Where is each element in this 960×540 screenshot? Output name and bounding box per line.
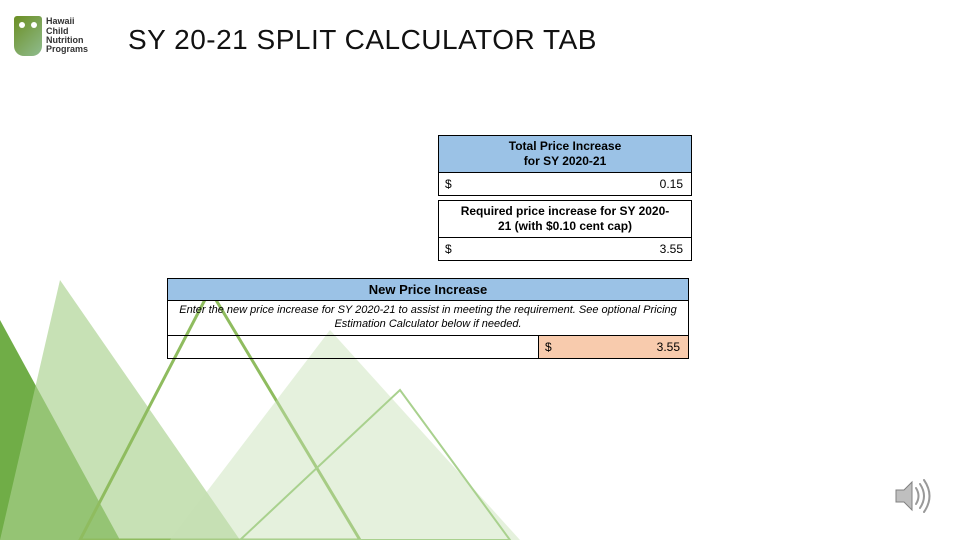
box3-entry-cell[interactable]: $ 3.55 (538, 336, 688, 358)
slide: Hawaii Child Nutrition Programs SY 20-21… (0, 0, 960, 540)
new-price-increase-box: New Price Increase Enter the new price i… (167, 278, 689, 359)
box2-value: 3.55 (467, 238, 691, 260)
box3-currency: $ (539, 336, 565, 358)
box1-header-line1: Total Price Increase (509, 139, 622, 153)
box2-currency: $ (439, 238, 467, 260)
sound-icon (890, 474, 934, 518)
box3-value: 3.55 (565, 336, 688, 358)
box1-value-row: $ 0.15 (439, 173, 691, 195)
box3-spacer (168, 336, 538, 358)
box3-instructions: Enter the new price increase for SY 2020… (168, 301, 688, 336)
box2-header: Required price increase for SY 2020- 21 … (439, 201, 691, 238)
box2-header-line2: 21 (with $0.10 cent cap) (498, 219, 632, 233)
box2-value-row: $ 3.55 (439, 238, 691, 260)
logo-emblem-icon (14, 16, 42, 56)
page-title: SY 20-21 SPLIT CALCULATOR TAB (128, 24, 597, 56)
box1-header: Total Price Increase for SY 2020-21 (439, 136, 691, 173)
logo-line4: Programs (46, 44, 88, 54)
logo-area: Hawaii Child Nutrition Programs (14, 14, 110, 58)
box1-header-line2: for SY 2020-21 (524, 154, 607, 168)
box3-header: New Price Increase (168, 279, 688, 301)
required-price-increase-box: Required price increase for SY 2020- 21 … (438, 200, 692, 261)
logo-text: Hawaii Child Nutrition Programs (46, 17, 88, 55)
box2-header-line1: Required price increase for SY 2020- (461, 204, 670, 218)
total-price-increase-box: Total Price Increase for SY 2020-21 $ 0.… (438, 135, 692, 196)
box3-value-row: $ 3.55 (168, 336, 688, 358)
box1-value: 0.15 (467, 173, 691, 195)
box1-currency: $ (439, 173, 467, 195)
